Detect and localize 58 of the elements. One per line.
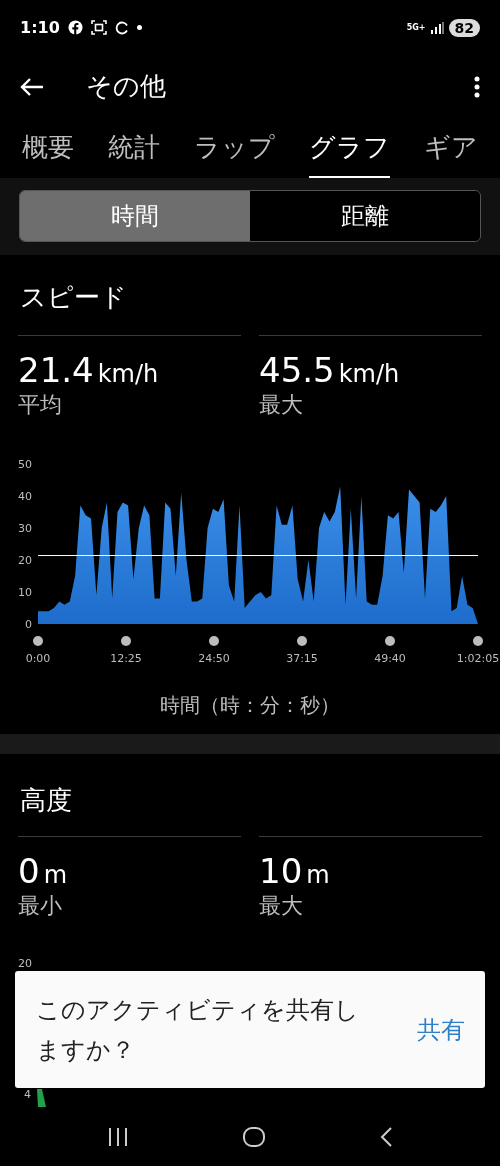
stat-label: 最大 [259, 391, 304, 419]
x-tick-label: 37:15 [286, 652, 318, 665]
altitude-bar [37, 1089, 46, 1107]
stat-value: 45.5 [259, 350, 335, 390]
x-tick-label: 1:02:05 [456, 652, 500, 665]
x-tick-label: 24:50 [198, 652, 230, 665]
segment-button[interactable]: 距離 [250, 191, 480, 241]
y-tick-label: 0 [25, 618, 32, 631]
axis-title: 時間（時：分：秒） [160, 693, 340, 717]
stat-label: 最小 [18, 892, 63, 920]
screen-title: その他 [86, 70, 166, 103]
network-label: 5G+ [406, 23, 426, 32]
x-tick-dot [209, 636, 219, 646]
tab[interactable]: 統計 [108, 118, 160, 178]
stat-unit: km/h [338, 359, 400, 389]
segment-button[interactable]: 時間 [20, 191, 250, 241]
y-tick-label: 20 [18, 554, 32, 567]
x-tick-dot [473, 636, 483, 646]
y-tick-label: 40 [18, 490, 32, 503]
recent-apps-icon[interactable] [107, 1128, 128, 1146]
stat-label: 最大 [259, 892, 304, 920]
x-tick-dot [121, 636, 131, 646]
x-tick-label: 49:40 [374, 652, 406, 665]
stat-value: 0 [18, 851, 40, 891]
y-tick-label: 10 [18, 586, 32, 599]
tab[interactable]: 概要 [22, 118, 74, 178]
clock: 1:10 [20, 16, 60, 39]
back-icon[interactable] [380, 1127, 393, 1147]
tab[interactable]: ギア [424, 118, 478, 178]
more-options-icon[interactable] [474, 75, 480, 98]
x-tick-label: 0:00 [25, 652, 51, 665]
section-title: スピード [19, 281, 128, 314]
signal-icon [430, 21, 444, 34]
y-tick-label: 4 [24, 1087, 31, 1103]
home-icon[interactable] [243, 1127, 265, 1147]
section-title: 高度 [19, 784, 73, 817]
share-button[interactable]: 共有 [417, 1011, 465, 1048]
stat-unit: m [43, 860, 68, 890]
stat-label: 平均 [18, 391, 63, 419]
y-tick-label: 50 [18, 458, 32, 471]
x-tick-label: 12:25 [110, 652, 142, 665]
battery-indicator: 82 [448, 18, 480, 37]
stat-unit: km/h [97, 359, 159, 389]
stat-value: 10 [259, 851, 303, 891]
x-tick-dot [297, 636, 307, 646]
stat-unit: m [306, 860, 330, 890]
share-message: このアクティビティを共有しますか？ [36, 994, 360, 1066]
x-tick-dot [33, 636, 43, 646]
back-arrow-icon[interactable] [20, 76, 44, 97]
screenshot-icon [90, 20, 107, 35]
tab[interactable]: ラップ [194, 118, 275, 178]
y-tick-label: 20 [18, 956, 32, 972]
y-tick-label: 30 [18, 522, 32, 535]
sync-icon [114, 20, 129, 35]
facebook-icon [67, 20, 83, 35]
dot-icon [136, 25, 142, 30]
x-tick-dot [385, 636, 395, 646]
stat-value: 21.4 [18, 350, 94, 390]
